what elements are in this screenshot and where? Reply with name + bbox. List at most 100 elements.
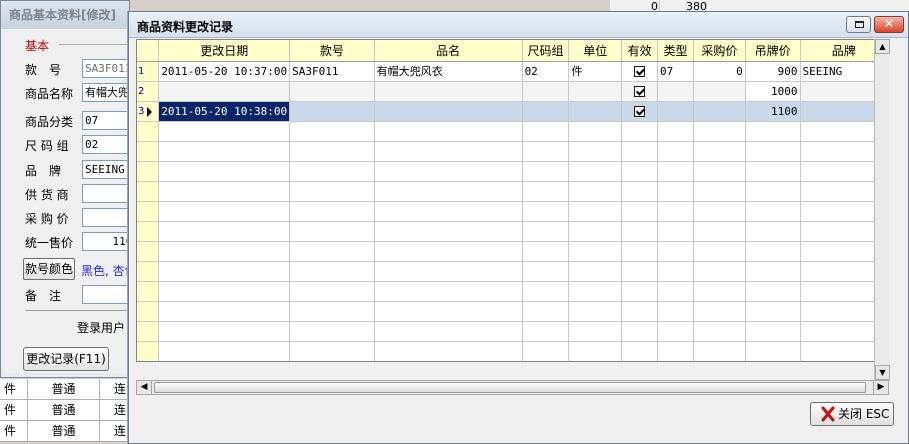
tag-price-cell[interactable]: 1000 (745, 81, 801, 102)
purchase-price-cell[interactable] (693, 81, 746, 102)
unit-cell[interactable]: 件 (568, 61, 623, 82)
empty-cell (657, 201, 694, 222)
size-group-cell[interactable] (522, 81, 570, 102)
style-cell[interactable]: SA3F011 (289, 61, 375, 82)
empty-cell (289, 221, 375, 242)
current-row-arrow-icon (147, 106, 152, 117)
scroll-right-icon[interactable]: ▶ (873, 381, 888, 394)
tag-price-cell[interactable]: 1100 (745, 101, 801, 122)
empty-cell (568, 321, 623, 342)
table-cell: 普通 (28, 400, 100, 421)
column-header[interactable]: 款号 (289, 40, 375, 62)
empty-row (137, 221, 888, 242)
dialog-titlebar: 商品资料更改记录 ✕ (129, 12, 908, 38)
type-cell[interactable]: 07 (657, 61, 694, 82)
empty-cell (374, 241, 523, 262)
valid-checkbox[interactable] (634, 106, 646, 117)
empty-cell (621, 261, 659, 282)
column-header[interactable]: 更改日期 (158, 40, 291, 62)
table-row[interactable]: 2 1000 (137, 81, 888, 102)
close-esc-button[interactable]: 关闭 ESC (810, 402, 894, 426)
column-header[interactable]: 单位 (568, 40, 623, 62)
unit-cell[interactable] (568, 81, 623, 102)
size-group-cell[interactable]: 02 (522, 61, 570, 82)
empty-cell (137, 241, 160, 262)
restore-icon (855, 21, 864, 28)
table-row[interactable]: 件 普通 连 (0, 379, 130, 400)
empty-cell (374, 181, 523, 202)
valid-checkbox[interactable] (634, 86, 646, 97)
table-row[interactable]: 件 普通 连 (0, 400, 130, 421)
column-header[interactable]: 采购价 (693, 40, 746, 62)
empty-cell (745, 341, 801, 361)
name-cell[interactable] (374, 81, 523, 102)
style-color-button[interactable]: 款号颜色 (23, 258, 75, 280)
type-cell[interactable] (657, 81, 694, 102)
empty-cell (522, 221, 570, 242)
empty-cell (158, 161, 291, 182)
empty-cell (137, 301, 160, 322)
empty-cell (657, 141, 694, 162)
column-header[interactable]: 尺码组 (522, 40, 570, 62)
name-cell[interactable]: 有帽大兜风衣 (374, 61, 523, 82)
purchase-price-cell[interactable] (693, 101, 746, 122)
unit-cell[interactable] (568, 101, 623, 122)
empty-cell (693, 181, 746, 202)
empty-cell (374, 261, 523, 282)
field-label: 尺 码 组 (25, 139, 69, 153)
size-group-cell[interactable] (522, 101, 570, 122)
change-history-dialog: 商品资料更改记录 ✕ 更改日期 款号 品名 尺码组 单位 有效 类型 采购价 吊… (128, 11, 909, 444)
scroll-down-icon[interactable]: ▼ (875, 365, 890, 380)
column-header[interactable]: 有效 (621, 40, 659, 62)
empty-cell (137, 281, 160, 302)
style-cell[interactable] (289, 101, 375, 122)
table-row[interactable]: 1 2011-05-20 10:37:00 SA3F011 有帽大兜风衣 02 … (137, 61, 888, 82)
table-row[interactable]: 件 普通 连 (0, 421, 130, 442)
empty-cell (158, 241, 291, 262)
column-header[interactable]: 品名 (374, 40, 523, 62)
restore-button[interactable] (846, 16, 871, 33)
valid-cell[interactable] (621, 61, 659, 82)
empty-cell (289, 341, 375, 361)
empty-cell (137, 141, 160, 162)
window-close-button[interactable]: ✕ (874, 16, 904, 33)
empty-cell (745, 301, 801, 322)
change-history-button[interactable]: 更改记录(F11) (23, 347, 109, 371)
vertical-scrollbar[interactable]: ▲ ▼ (874, 39, 890, 380)
empty-cell (657, 221, 694, 242)
scroll-up-icon[interactable]: ▲ (875, 39, 890, 54)
scroll-thumb[interactable] (154, 382, 866, 393)
date-cell[interactable] (158, 81, 291, 102)
empty-cell (374, 301, 523, 322)
row-number-text: 3 (138, 105, 145, 117)
horizontal-scrollbar[interactable]: ◀ ▶ (136, 380, 889, 395)
date-cell[interactable]: 2011-05-20 10:38:00 (158, 101, 291, 122)
empty-cell (621, 321, 659, 342)
empty-cell (693, 321, 746, 342)
empty-cell (621, 341, 659, 361)
purchase-price-cell[interactable]: 0 (693, 61, 746, 82)
valid-cell[interactable] (621, 101, 659, 122)
table-row-selected[interactable]: 3 2011-05-20 10:38:00 1100 (137, 101, 888, 122)
empty-cell (374, 281, 523, 302)
empty-cell (621, 221, 659, 242)
empty-cell (568, 201, 623, 222)
history-grid[interactable]: 更改日期 款号 品名 尺码组 单位 有效 类型 采购价 吊牌价 品牌 1 201… (136, 39, 889, 362)
name-cell[interactable] (374, 101, 523, 122)
column-header[interactable]: 类型 (657, 40, 694, 62)
field-label: 商品分类 (25, 115, 74, 129)
date-cell[interactable]: 2011-05-20 10:37:00 (158, 61, 291, 82)
valid-checkbox[interactable] (634, 66, 646, 77)
empty-cell (693, 281, 746, 302)
empty-cell (657, 161, 694, 182)
empty-cell (374, 141, 523, 162)
empty-cell (158, 221, 291, 242)
scroll-left-icon[interactable]: ◀ (137, 381, 152, 394)
valid-cell[interactable] (621, 81, 659, 102)
empty-cell (289, 201, 375, 222)
type-cell[interactable] (657, 101, 694, 122)
style-cell[interactable] (289, 81, 375, 102)
column-header[interactable]: 吊牌价 (745, 40, 801, 62)
tag-price-cell[interactable]: 900 (745, 61, 801, 82)
empty-cell (745, 321, 801, 342)
